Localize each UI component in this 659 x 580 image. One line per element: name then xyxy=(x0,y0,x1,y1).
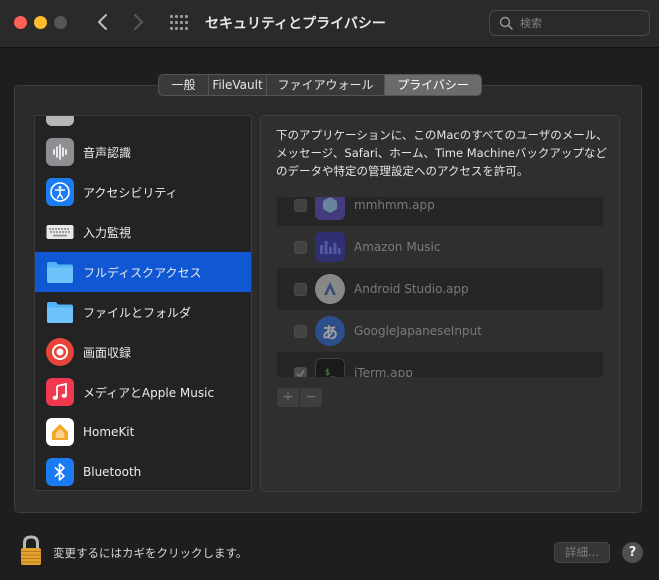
help-button[interactable]: ? xyxy=(622,542,643,563)
app-checkbox[interactable] xyxy=(294,282,307,296)
sidebar-item-label: メディアとApple Music xyxy=(83,385,215,400)
amazon-music-app-icon xyxy=(315,232,345,262)
app-checkbox[interactable] xyxy=(294,198,307,212)
chevron-left-icon xyxy=(98,14,107,30)
forward-button[interactable] xyxy=(127,11,149,33)
home-icon xyxy=(46,418,74,446)
folder-icon xyxy=(46,258,74,286)
sidebar-item-accessibility[interactable]: アクセシビリティ xyxy=(35,172,251,212)
iterm-app-icon: $_ xyxy=(315,358,345,377)
app-checkbox-checked[interactable] xyxy=(294,366,307,377)
search-field[interactable] xyxy=(489,10,650,36)
minimize-window-button[interactable] xyxy=(34,16,47,29)
tab-firewall[interactable]: ファイアウォール xyxy=(267,75,385,95)
sidebar-item-label: アクセシビリティ xyxy=(83,185,178,200)
sidebar-item-files-and-folders[interactable]: ファイルとフォルダ xyxy=(35,292,251,332)
add-remove-control: + − xyxy=(277,388,322,407)
app-list[interactable]: mmhmm.app Amazon Music Android Studio.ap… xyxy=(277,197,603,377)
app-name: Amazon Music xyxy=(354,240,441,254)
app-name: mmhmm.app xyxy=(354,198,435,212)
tab-bar: 一般 FileVault ファイアウォール プライバシー xyxy=(158,74,482,96)
screen-record-icon xyxy=(46,338,74,366)
app-row[interactable]: あ GoogleJapaneseInput xyxy=(277,310,603,352)
app-checkbox[interactable] xyxy=(294,324,307,338)
bluetooth-icon xyxy=(46,458,74,486)
app-row[interactable]: Amazon Music xyxy=(277,226,603,268)
sidebar-item-input-monitoring[interactable]: 入力監視 xyxy=(35,212,251,252)
tab-general[interactable]: 一般 xyxy=(159,75,209,95)
sidebar-item-label: 入力監視 xyxy=(83,225,132,240)
lock-instruction: 変更するにはカギをクリックします。 xyxy=(53,546,248,560)
window-title: セキュリティとプライバシー xyxy=(205,16,386,32)
sidebar-item-full-disk-access[interactable]: フルディスクアクセス xyxy=(35,252,251,292)
accessibility-icon xyxy=(46,178,74,206)
app-row[interactable]: mmhmm.app xyxy=(277,197,603,226)
sidebar-item-label: フルディスクアクセス xyxy=(83,265,202,280)
privacy-category-list[interactable]: 音声認識 アクセシビリティ 入力監視 フルディスクアクセス ファイルとフォルダ … xyxy=(34,115,252,491)
sidebar-item-label: ファイルとフォルダ xyxy=(83,305,192,320)
search-icon xyxy=(499,16,513,30)
app-row[interactable]: Android Studio.app xyxy=(277,268,603,310)
keyboard-icon xyxy=(46,218,74,246)
sidebar-item-label: 音声認識 xyxy=(83,145,132,160)
app-name: Android Studio.app xyxy=(354,282,469,296)
search-input[interactable] xyxy=(520,14,640,32)
android-studio-app-icon xyxy=(315,274,345,304)
remove-app-button[interactable]: − xyxy=(300,388,322,407)
sidebar-item-bluetooth[interactable]: Bluetooth xyxy=(35,452,251,490)
mmhmm-app-icon xyxy=(315,197,345,220)
chevron-right-icon xyxy=(134,14,143,30)
sidebar-item-label: Bluetooth xyxy=(83,465,142,479)
permission-description: 下のアプリケーションに、このMacのすべてのユーザのメール、メッセージ、Safa… xyxy=(276,128,608,178)
app-name: GoogleJapaneseInput xyxy=(354,324,482,338)
sidebar-item-media-apple-music[interactable]: メディアとApple Music xyxy=(35,372,251,412)
title-bar: セキュリティとプライバシー xyxy=(0,0,659,48)
details-button[interactable]: 詳細... xyxy=(554,542,610,563)
app-row[interactable]: $_ iTerm.app xyxy=(277,352,603,377)
lock-icon xyxy=(21,535,41,565)
sidebar-item-label: 画面収録 xyxy=(83,345,132,360)
sidebar-item-screen-recording[interactable]: 画面収録 xyxy=(35,332,251,372)
add-app-button[interactable]: + xyxy=(277,388,299,407)
music-note-icon xyxy=(46,378,74,406)
lock-button[interactable] xyxy=(19,534,43,566)
app-checkbox[interactable] xyxy=(294,240,307,254)
zoom-window-button[interactable] xyxy=(54,16,67,29)
sidebar-item-label: HomeKit xyxy=(83,425,135,439)
tab-privacy[interactable]: プライバシー xyxy=(385,75,481,95)
back-button[interactable] xyxy=(92,11,114,33)
waveform-icon xyxy=(46,138,74,166)
sidebar-item-speech-recognition[interactable]: 音声認識 xyxy=(35,132,251,172)
google-japanese-input-app-icon: あ xyxy=(315,316,345,346)
partial-icon xyxy=(46,116,74,126)
app-name: iTerm.app xyxy=(354,366,413,377)
sidebar-item-homekit[interactable]: HomeKit xyxy=(35,412,251,452)
tab-filevault[interactable]: FileVault xyxy=(209,75,267,95)
close-window-button[interactable] xyxy=(14,16,27,29)
show-all-grid-icon[interactable] xyxy=(170,15,188,31)
folder-icon xyxy=(46,298,74,326)
